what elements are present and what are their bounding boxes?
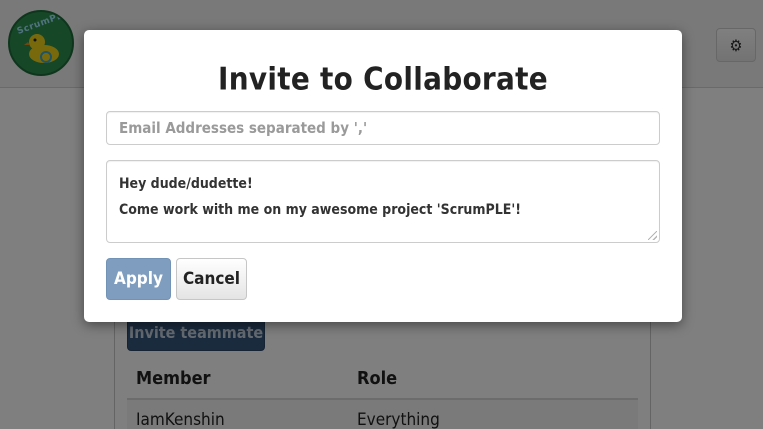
- modal-title: Invite to Collaborate: [218, 61, 548, 98]
- invite-modal: Invite to Collaborate Hey dude/dudette! …: [84, 30, 682, 322]
- cancel-button[interactable]: Cancel: [176, 258, 247, 300]
- resize-handle-icon[interactable]: [648, 231, 657, 240]
- invite-message-textarea[interactable]: Hey dude/dudette! Come work with me on m…: [106, 160, 660, 243]
- email-addresses-input[interactable]: [106, 111, 660, 145]
- apply-button[interactable]: Apply: [106, 258, 171, 300]
